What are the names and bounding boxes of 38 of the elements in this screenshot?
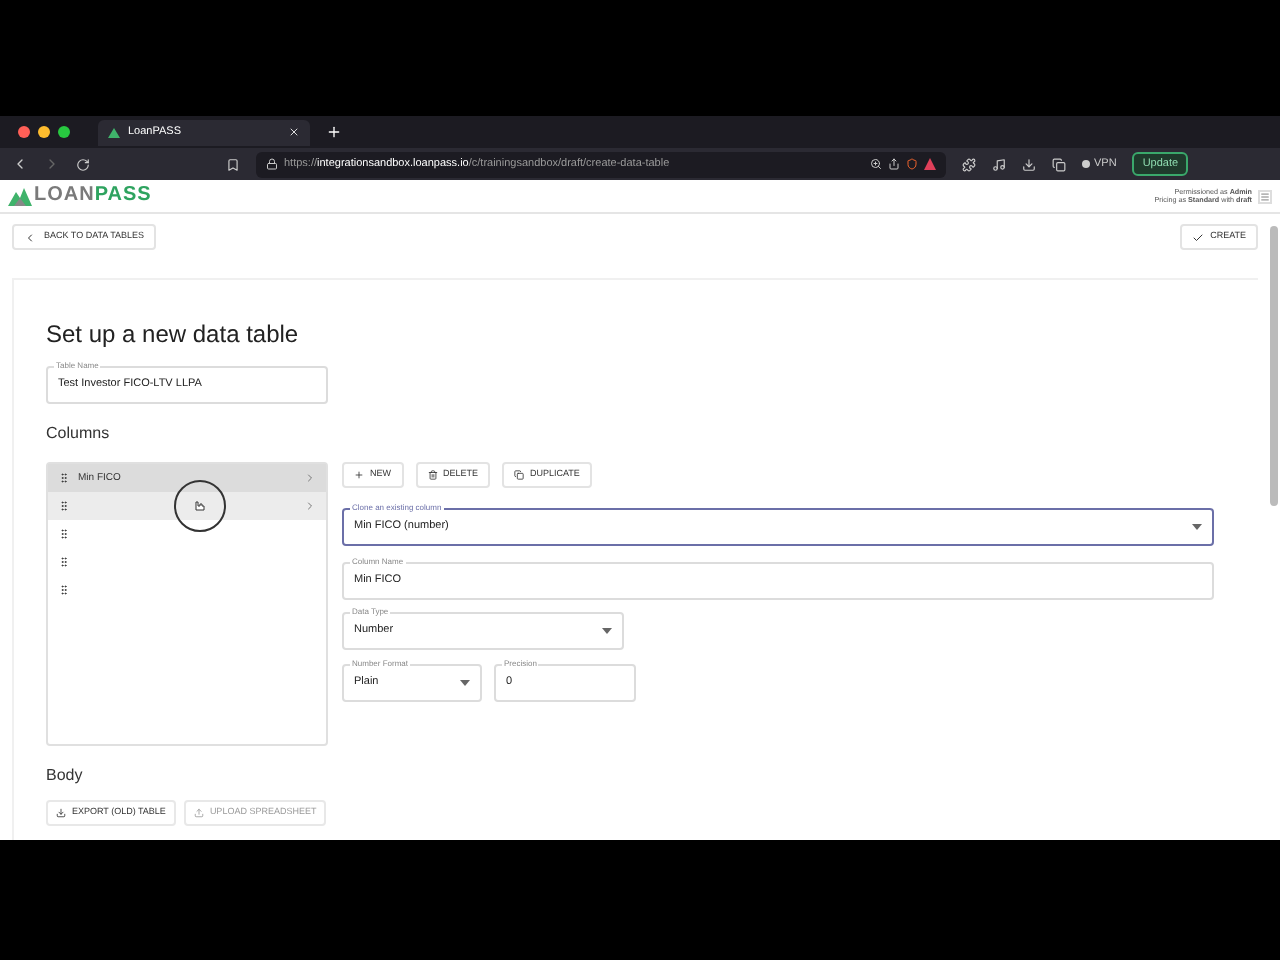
share-icon[interactable] (888, 158, 900, 170)
section-heading: Body (46, 764, 85, 788)
vpn-icon (1082, 160, 1090, 168)
download-icon[interactable] (1022, 157, 1036, 171)
close-window-icon[interactable] (18, 126, 30, 138)
download-icon (56, 808, 66, 818)
new-tab-icon[interactable] (326, 124, 342, 140)
dropdown-arrow-icon (602, 628, 612, 634)
reload-icon[interactable] (76, 157, 90, 171)
maximize-window-icon[interactable] (58, 126, 70, 138)
music-icon[interactable] (992, 157, 1006, 171)
plus-icon (354, 470, 364, 480)
close-tab-icon[interactable] (288, 126, 300, 138)
scrollbar[interactable] (1270, 226, 1278, 506)
back-icon (24, 231, 36, 243)
logo-icon (108, 126, 120, 138)
chevron-icon (304, 500, 316, 512)
logo-text: LOANPASS (34, 186, 152, 206)
dropdown-arrow-icon (1192, 524, 1202, 530)
bookmark-icon[interactable] (226, 157, 240, 171)
chevron-icon (304, 472, 316, 484)
back-icon[interactable] (12, 156, 28, 172)
puzzle-icon[interactable] (962, 157, 976, 171)
hand-cursor-icon (194, 500, 206, 512)
lock-icon (266, 158, 278, 170)
dropdown-arrow-icon (460, 680, 470, 686)
page-title: Set up a new data table (46, 320, 301, 348)
upload-icon (193, 808, 204, 818)
section-heading: Columns (46, 422, 112, 446)
copy-icon (514, 470, 525, 480)
trash-icon (427, 470, 437, 480)
check-icon (1192, 231, 1205, 243)
shield-icon[interactable] (906, 158, 918, 170)
minimize-window-icon[interactable] (38, 126, 50, 138)
logo-icon (8, 187, 32, 205)
zoom-icon[interactable] (870, 158, 882, 170)
forward-icon[interactable] (44, 156, 60, 172)
triangle-icon[interactable] (924, 158, 936, 170)
